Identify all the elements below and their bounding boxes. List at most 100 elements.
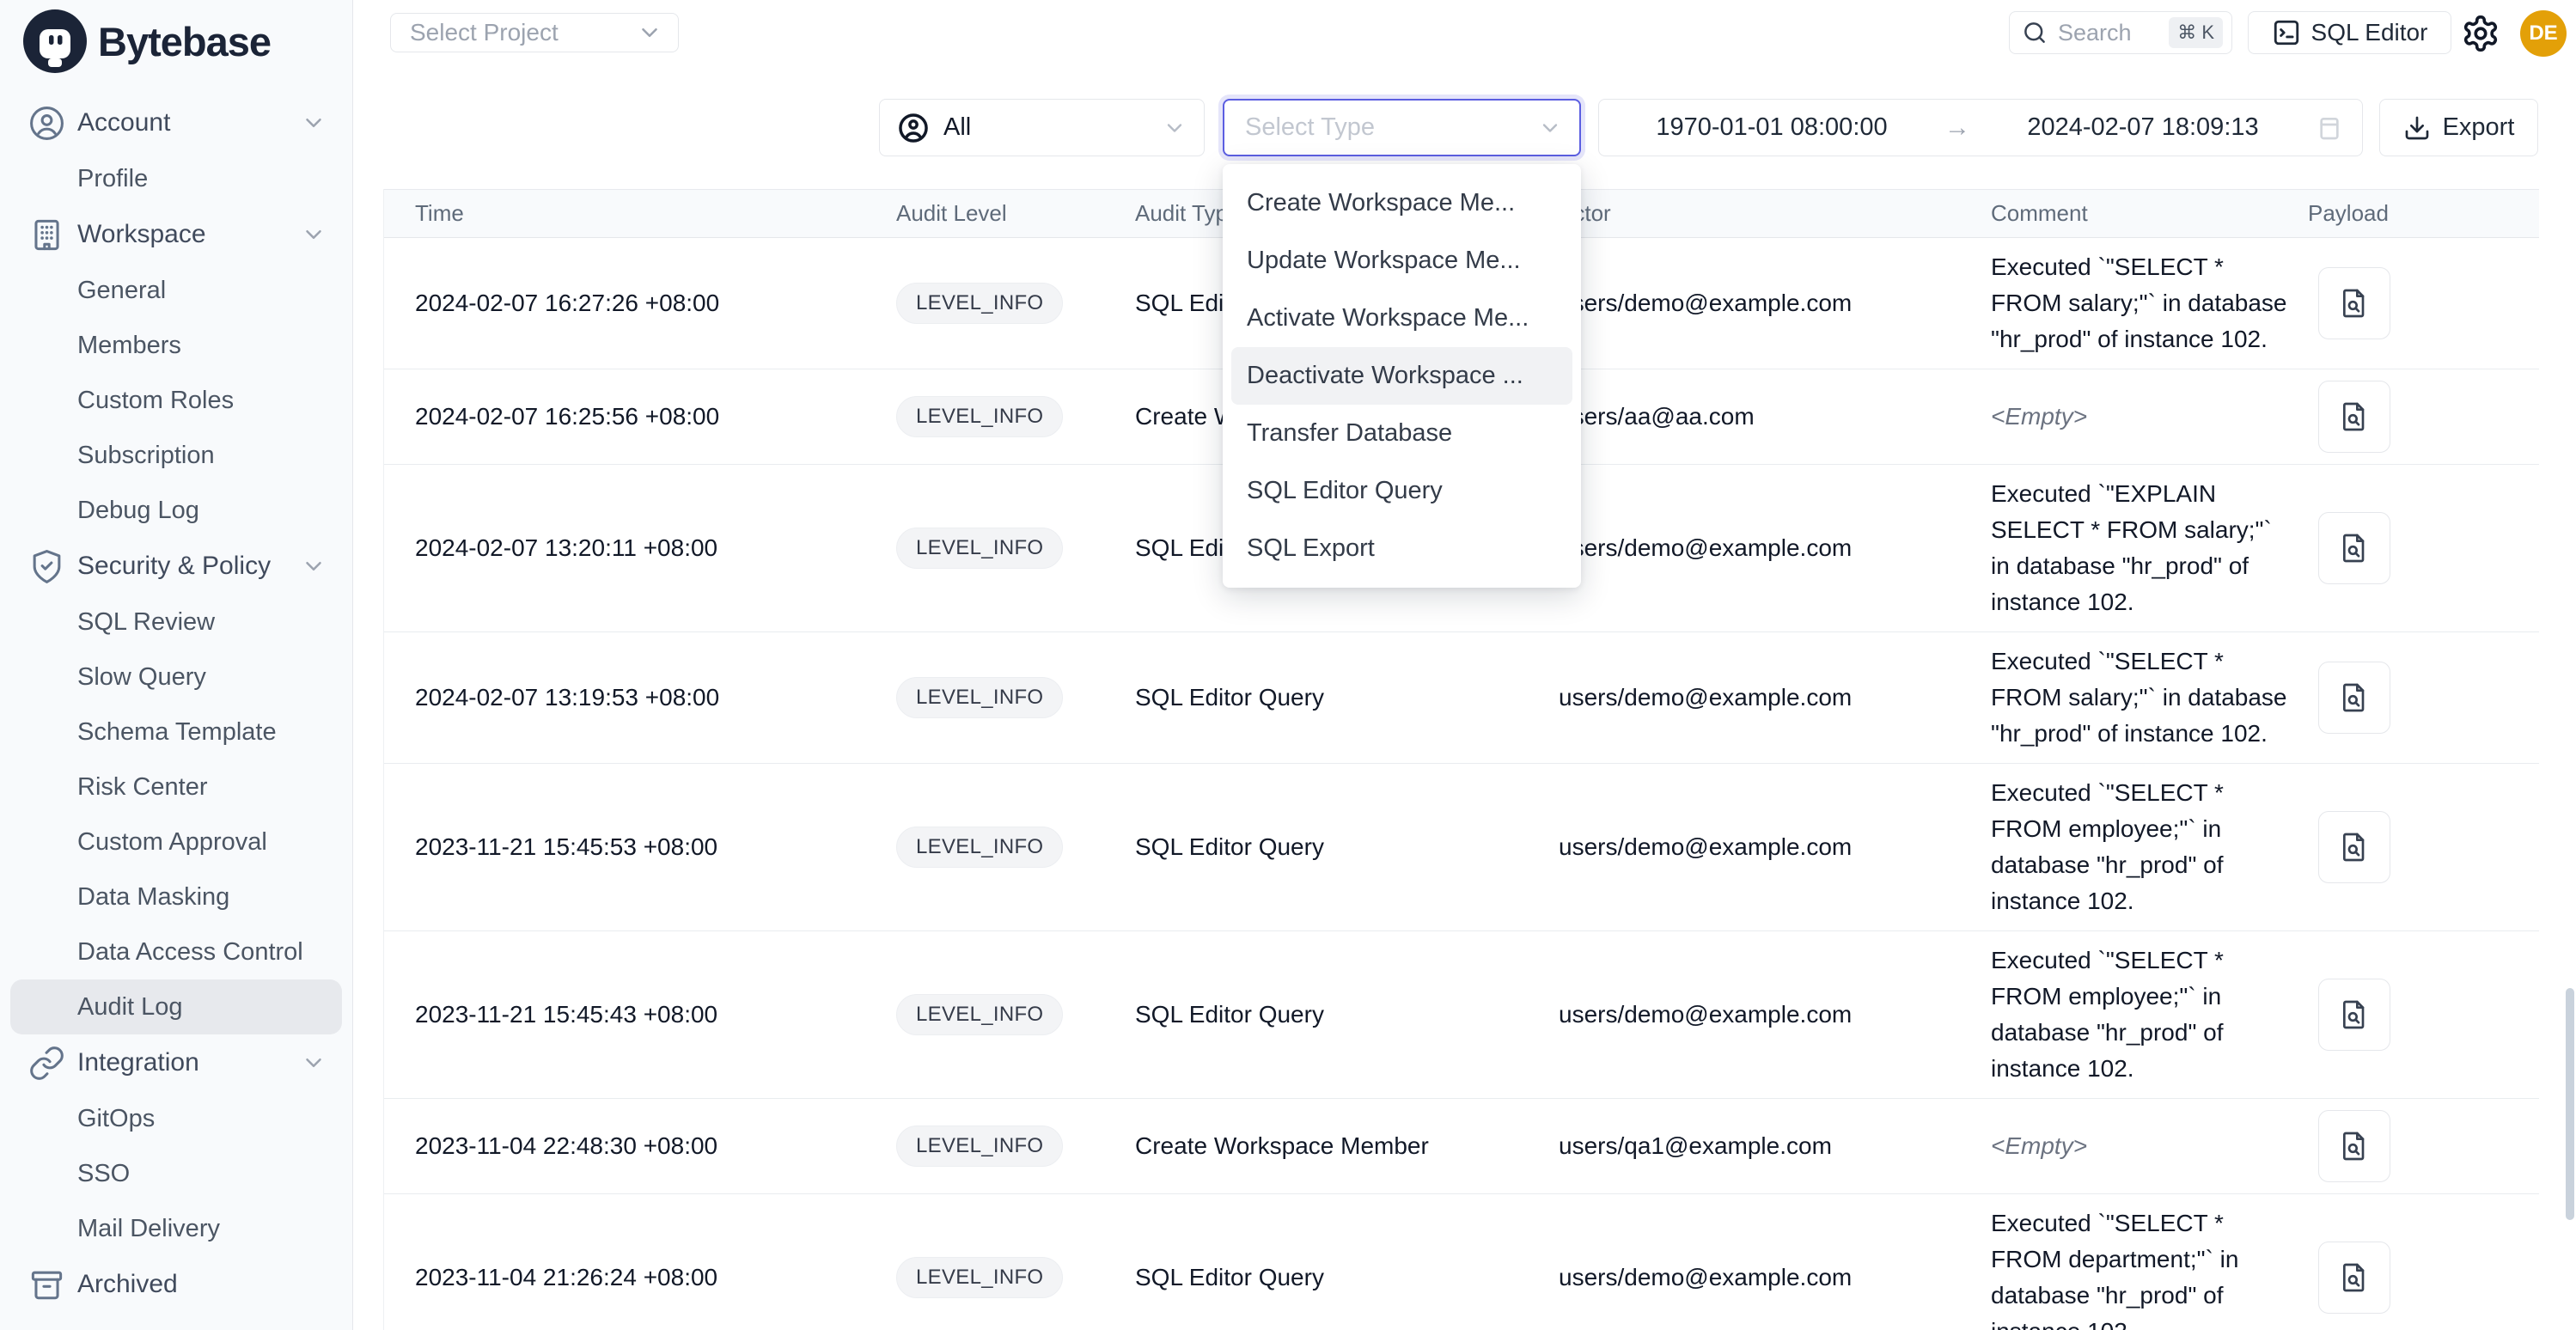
settings-button[interactable] <box>2459 12 2502 55</box>
sidebar-item-gitops[interactable]: GitOps <box>10 1091 342 1146</box>
arrow-right-icon: → <box>1944 113 1970 143</box>
sidebar-item-subscription[interactable]: Subscription <box>10 428 342 483</box>
payload-view-button[interactable] <box>2318 1242 2390 1314</box>
cell-time: 2023-11-04 22:48:30 +08:00 <box>415 1132 896 1160</box>
sidebar-item-workspace[interactable]: Workspace <box>10 206 342 263</box>
cell-time: 2024-02-07 13:20:11 +08:00 <box>415 534 896 562</box>
cell-time: 2024-02-07 16:27:26 +08:00 <box>415 290 896 317</box>
file-search-icon <box>2337 400 2372 434</box>
chevron-down-icon <box>301 110 327 136</box>
sidebar-item-mail-delivery[interactable]: Mail Delivery <box>10 1201 342 1256</box>
sidebar-item-label: Security & Policy <box>77 552 271 581</box>
cell-type: SQL Editor Query <box>1135 684 1559 711</box>
sidebar-item-custom-approval[interactable]: Custom Approval <box>10 814 342 869</box>
sidebar-item-label: GitOps <box>77 1105 155 1133</box>
dropdown-option-deactivate-workspace-member[interactable]: Deactivate Workspace ... <box>1231 347 1572 405</box>
sidebar-item-sso[interactable]: SSO <box>10 1146 342 1201</box>
cell-comment: Executed `"SELECT * FROM department;"` i… <box>1991 1205 2293 1330</box>
date-from-value[interactable]: 1970-01-01 08:00:00 <box>1599 113 1944 142</box>
export-button[interactable]: Export <box>2379 99 2538 156</box>
search-icon <box>2022 20 2048 46</box>
payload-view-button[interactable] <box>2318 811 2390 883</box>
sidebar-item-debug-log[interactable]: Debug Log <box>10 483 342 538</box>
cell-level: LEVEL_INFO <box>896 1126 1135 1167</box>
cell-actor: users/aa@aa.com <box>1559 403 1991 430</box>
cell-time: 2023-11-21 15:45:53 +08:00 <box>415 833 896 861</box>
sql-editor-button[interactable]: SQL Editor <box>2248 11 2451 54</box>
sidebar-item-label: Integration <box>77 1048 199 1077</box>
sidebar-item-data-access-control[interactable]: Data Access Control <box>10 924 342 979</box>
date-to-value[interactable]: 2024-02-07 18:09:13 <box>1970 113 2316 142</box>
terminal-icon <box>2272 18 2301 47</box>
sidebar-item-slow-query[interactable]: Slow Query <box>10 650 342 705</box>
sidebar-item-audit-log[interactable]: Audit Log <box>10 979 342 1034</box>
user-circle-icon <box>28 105 65 142</box>
payload-view-button[interactable] <box>2318 662 2390 734</box>
sidebar-item-integration[interactable]: Integration <box>10 1034 342 1091</box>
cell-level: LEVEL_INFO <box>896 528 1135 569</box>
sidebar-item-general[interactable]: General <box>10 263 342 318</box>
shield-check-icon <box>28 548 65 585</box>
cell-time: 2023-11-21 15:45:43 +08:00 <box>415 1001 896 1028</box>
calendar-icon <box>2316 114 2343 142</box>
dropdown-option-update-workspace-member[interactable]: Update Workspace Me... <box>1231 232 1572 290</box>
cell-level: LEVEL_INFO <box>896 677 1135 718</box>
sidebar-item-profile[interactable]: Profile <box>10 151 342 206</box>
sidebar-item-label: Subscription <box>77 442 215 470</box>
file-search-icon <box>2337 286 2372 320</box>
search-placeholder: Search <box>2058 20 2132 46</box>
payload-view-button[interactable] <box>2318 979 2390 1051</box>
file-search-icon <box>2337 1260 2372 1295</box>
cell-comment: Executed `"SELECT * FROM employee;"` in … <box>1991 775 2293 919</box>
date-range-picker[interactable]: 1970-01-01 08:00:00 → 2024-02-07 18:09:1… <box>1598 99 2363 156</box>
sidebar-item-label: Schema Template <box>77 718 277 747</box>
user-circle-icon <box>897 112 930 144</box>
dropdown-option-sql-editor-query[interactable]: SQL Editor Query <box>1231 462 1572 520</box>
cell-payload <box>2308 267 2539 339</box>
sidebar-item-members[interactable]: Members <box>10 318 342 373</box>
sidebar-item-data-masking[interactable]: Data Masking <box>10 869 342 924</box>
dropdown-option-activate-workspace-member[interactable]: Activate Workspace Me... <box>1231 290 1572 347</box>
cell-type: SQL Editor Query <box>1135 1264 1559 1291</box>
file-search-icon <box>2337 1129 2372 1163</box>
sidebar-item-label: Archived <box>77 1270 178 1299</box>
brand-logo[interactable]: Bytebase <box>0 0 352 82</box>
table-row: 2023-11-21 15:45:53 +08:00 LEVEL_INFO SQ… <box>384 764 2539 931</box>
type-filter-placeholder: Select Type <box>1245 113 1375 142</box>
chevron-down-icon <box>637 20 662 46</box>
avatar[interactable]: DE <box>2520 10 2567 57</box>
payload-view-button[interactable] <box>2318 512 2390 584</box>
sql-editor-label: SQL Editor <box>2311 19 2428 46</box>
sidebar-item-label: Custom Roles <box>77 387 234 415</box>
vertical-scrollbar-thumb[interactable] <box>2566 988 2574 1220</box>
sidebar: Bytebase Account Profile Workspace <box>0 0 353 1330</box>
payload-view-button[interactable] <box>2318 381 2390 453</box>
sidebar-item-account[interactable]: Account <box>10 95 342 151</box>
project-select[interactable]: Select Project <box>390 13 679 52</box>
cell-comment: Executed `"SELECT * FROM salary;"` in da… <box>1991 249 2293 357</box>
topbar: Select Project Search ⌘ K SQL Editor DE <box>353 0 2576 99</box>
actor-filter-select[interactable]: All <box>879 99 1205 156</box>
dropdown-option-create-workspace-member[interactable]: Create Workspace Me... <box>1231 174 1572 232</box>
download-icon <box>2403 114 2431 142</box>
payload-view-button[interactable] <box>2318 267 2390 339</box>
table-row: 2023-11-21 15:45:43 +08:00 LEVEL_INFO SQ… <box>384 931 2539 1099</box>
sidebar-item-security-policy[interactable]: Security & Policy <box>10 538 342 595</box>
gear-icon <box>2461 14 2500 53</box>
dropdown-option-sql-export[interactable]: SQL Export <box>1231 520 1572 577</box>
search-input[interactable]: Search ⌘ K <box>2009 11 2232 54</box>
sidebar-item-label: Members <box>77 332 181 360</box>
sidebar-item-custom-roles[interactable]: Custom Roles <box>10 373 342 428</box>
cell-payload <box>2308 662 2539 734</box>
sidebar-item-label: Data Masking <box>77 883 229 912</box>
sidebar-item-schema-template[interactable]: Schema Template <box>10 705 342 760</box>
cell-type: SQL Editor Query <box>1135 1001 1559 1028</box>
sidebar-item-sql-review[interactable]: SQL Review <box>10 595 342 650</box>
sidebar-item-archived[interactable]: Archived <box>10 1256 342 1313</box>
type-filter-select[interactable]: Select Type <box>1223 99 1581 156</box>
payload-view-button[interactable] <box>2318 1110 2390 1182</box>
project-select-placeholder: Select Project <box>410 19 559 46</box>
sidebar-item-risk-center[interactable]: Risk Center <box>10 760 342 814</box>
avatar-initials: DE <box>2529 21 2557 46</box>
dropdown-option-transfer-database[interactable]: Transfer Database <box>1231 405 1572 462</box>
